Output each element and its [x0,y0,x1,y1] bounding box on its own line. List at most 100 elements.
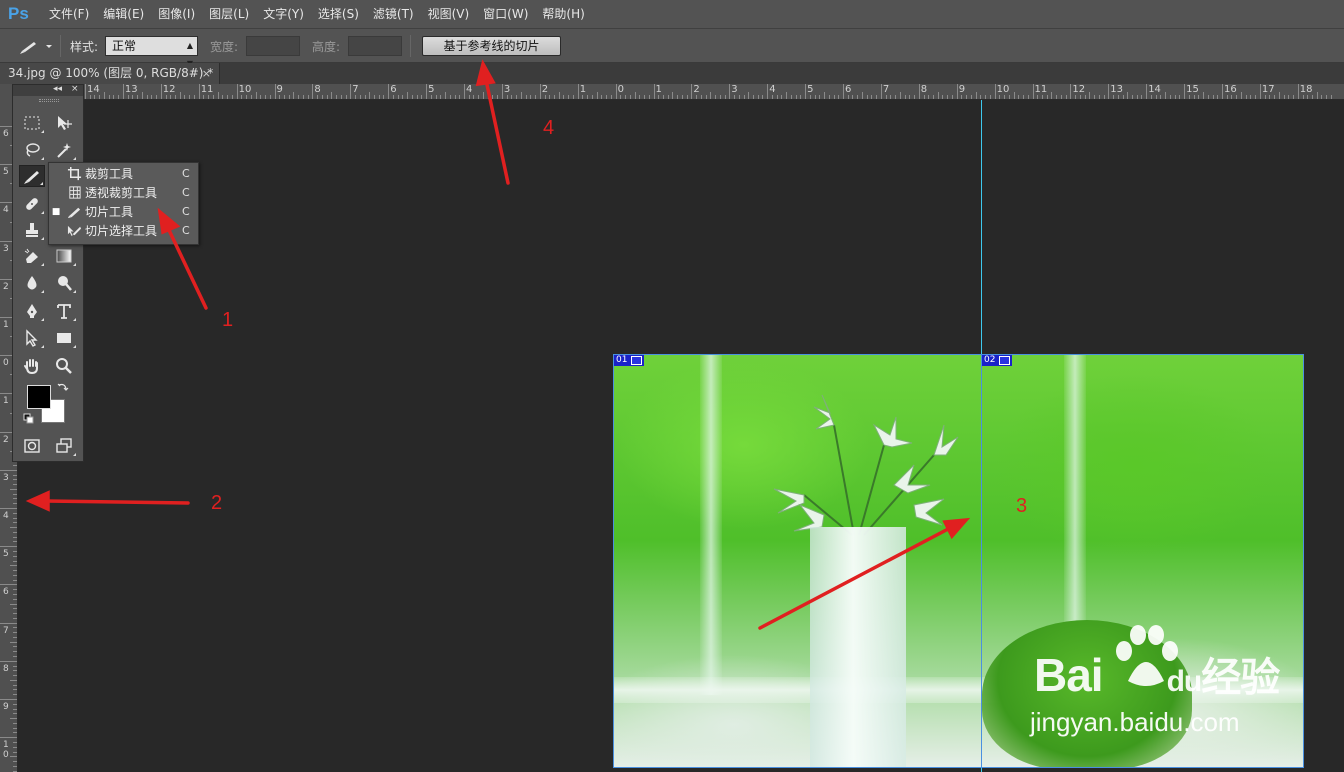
menu-select[interactable]: 选择(S) [311,0,366,28]
flyout-item-slice-select[interactable]: 切片选择工具 C [49,221,200,240]
magic-wand-tool[interactable] [51,139,77,161]
zoom-tool[interactable] [51,355,77,377]
ruler-label: 1 [3,396,9,407]
menu-filter[interactable]: 滤镜(T) [366,0,421,28]
ruler-minor-tick [175,95,176,99]
menu-type[interactable]: 文字(Y) [256,0,311,28]
ruler-major-tick [0,622,17,624]
ruler-major-tick [312,84,314,99]
ruler-minor-tick [231,95,233,99]
height-input[interactable] [348,36,402,56]
ruler-minor-tick [937,92,939,99]
ruler-minor-tick [1316,92,1318,99]
ruler-label: 11 [1034,84,1048,95]
document-image[interactable]: 01 02 Bai du经验 jingyan.baidu.com [613,354,1304,768]
window-frame-post [700,355,722,695]
menu-view[interactable]: 视图(V) [421,0,477,28]
quick-mask-button[interactable] [19,435,45,457]
slice-tag-02[interactable]: 02 [982,355,1013,366]
ruler-minor-tick [13,713,17,715]
ruler-minor-tick [899,92,901,99]
ruler-minor-tick [10,527,17,529]
ruler-minor-tick [184,95,186,99]
ruler-minor-tick [1004,95,1006,99]
menu-file[interactable]: 文件(F) [42,0,96,28]
slice-tool[interactable] [19,165,45,187]
ruler-minor-tick [212,95,214,99]
flyout-item-slice[interactable]: ■ 切片工具 C [49,202,200,221]
slices-from-guides-button[interactable]: 基于参考线的切片 [422,36,561,56]
tool-preset-picker[interactable] [18,37,58,55]
default-colors-icon[interactable] [23,413,35,425]
ruler-minor-tick [1141,95,1143,99]
ruler-minor-tick [928,95,930,99]
flyout-item-perspective-crop[interactable]: 透视裁剪工具 C [49,183,200,202]
close-panel-icon[interactable]: × [71,84,79,94]
ruler-minor-tick [1198,95,1200,99]
ruler-minor-tick [520,92,522,99]
clone-stamp-tool[interactable] [19,219,45,241]
panel-grip[interactable] [39,99,59,102]
ruler-label: 8 [3,663,9,674]
ruler-minor-tick [246,95,248,99]
width-input[interactable] [246,36,300,56]
ruler-minor-tick [1160,95,1162,99]
blur-tool[interactable] [19,272,45,294]
type-tool[interactable] [51,300,77,322]
menu-window[interactable]: 窗口(W) [476,0,535,28]
document-tab-title: 34.jpg @ 100% (图层 0, RGB/8#) * [8,66,214,80]
menu-layer[interactable]: 图层(L) [202,0,256,28]
flyout-item-crop[interactable]: 裁剪工具 C [49,164,200,183]
eraser-tool[interactable] [19,245,45,267]
close-tab-icon[interactable]: × [202,63,211,84]
shape-tool[interactable] [51,327,77,349]
healing-brush-tool[interactable] [19,193,45,215]
swap-colors-icon[interactable] [57,381,69,393]
eraser-icon [24,248,38,263]
hand-tool[interactable] [19,355,45,377]
ruler-minor-tick [13,694,17,696]
menu-image[interactable]: 图像(I) [151,0,202,28]
ruler-minor-tick [13,493,17,495]
menu-help[interactable]: 帮助(H) [535,0,591,28]
collapse-panel-icon[interactable]: ◂◂ [53,84,62,94]
ruler-label: 14 [87,84,100,95]
ruler-minor-tick [10,488,17,490]
ruler-minor-tick [985,95,987,99]
tools-panel-header[interactable]: ◂◂ × [13,84,83,96]
ruler-minor-tick [13,522,17,524]
ruler-minor-tick [966,95,968,99]
ruler-minor-tick [482,92,484,99]
style-select[interactable]: 正常 ▲▼ [105,36,198,68]
ruler-minor-tick [13,570,17,572]
ruler-minor-tick [1231,95,1233,99]
ruler-minor-tick [250,95,252,99]
ruler-minor-tick [914,95,916,99]
document-tab[interactable]: 34.jpg @ 100% (图层 0, RGB/8#) * × [0,63,220,84]
gradient-tool[interactable] [51,245,77,267]
path-selection-tool[interactable] [19,327,45,349]
ruler-minor-tick [13,632,17,634]
screen-mode-button[interactable] [51,435,77,457]
ruler-major-tick [539,84,541,99]
annotation-label-4: 4 [543,117,555,139]
ruler-minor-tick [10,641,17,643]
ruler-minor-tick [13,484,17,486]
ruler-minor-tick [1089,92,1091,99]
slice-tag-01[interactable]: 01 [614,355,645,366]
move-tool[interactable] [51,112,77,134]
menu-edit[interactable]: 编辑(E) [96,0,151,28]
ruler-minor-tick [151,95,153,99]
app-logo: Ps [8,4,29,23]
ruler-minor-tick [241,95,243,99]
height-label: 高度: [312,40,341,54]
pen-tool[interactable] [19,300,45,322]
dodge-tool[interactable] [51,272,77,294]
lasso-tool[interactable] [19,139,45,161]
marquee-tool[interactable] [19,112,45,134]
ruler-major-tick [388,84,390,99]
foreground-color[interactable] [27,385,51,409]
horizontal-ruler[interactable]: 14 13 12 11 10 9 8 7 6 5 4 3 2 1 0 1 2 3 4 5 6 7 8 9 10 11 12 13 14 1… [18,84,1344,100]
ruler-minor-tick [710,92,712,99]
ruler-minor-tick [1131,95,1133,99]
